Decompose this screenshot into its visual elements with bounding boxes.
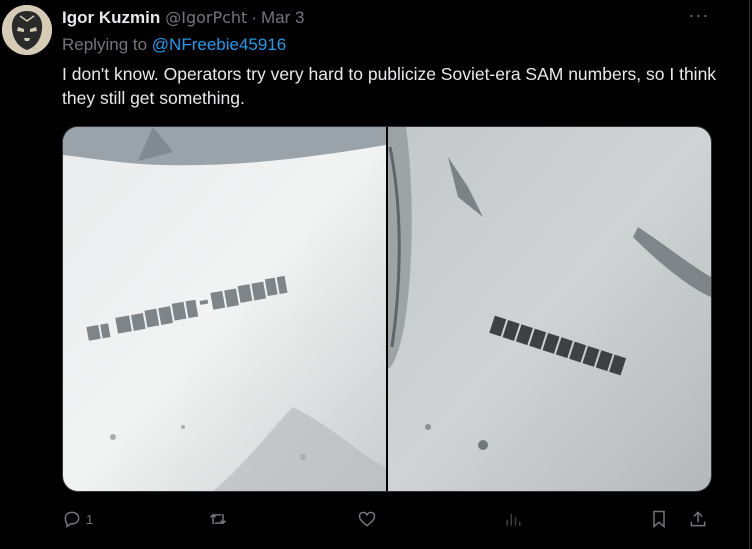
photo-sam-serial-right[interactable]: [388, 127, 711, 491]
tweet-date[interactable]: Mar 3: [261, 8, 304, 28]
reply-count: 1: [86, 511, 94, 527]
views-button[interactable]: [503, 505, 527, 533]
more-options-icon[interactable]: ···: [686, 6, 712, 28]
photo-sam-serial-left[interactable]: [63, 127, 386, 491]
replying-to-line: Replying to @NFreebie45916: [62, 35, 286, 55]
retweet-icon: [209, 513, 227, 525]
tweet-header: Igor Kuzmin @IgorPcht · Mar 3: [62, 8, 304, 30]
photo-right-image-icon: [388, 127, 711, 491]
reply-icon: [64, 511, 80, 528]
tweet-text: I don't know. Operators try very hard to…: [62, 64, 717, 108]
separator-dot: ·: [251, 8, 257, 27]
author-handle[interactable]: @IgorPcht: [165, 8, 247, 27]
avatar-image-icon: [2, 5, 52, 55]
bar-chart-icon: [506, 514, 521, 526]
tweet-media: [62, 126, 712, 492]
share-icon: [690, 511, 706, 527]
bookmark-icon: [653, 510, 665, 529]
like-button[interactable]: [357, 505, 381, 533]
bookmark-button[interactable]: [649, 505, 669, 533]
photo-left-image-icon: [63, 127, 386, 491]
heart-icon: [358, 511, 376, 527]
retweet-button[interactable]: [208, 505, 232, 533]
share-button[interactable]: [688, 505, 708, 533]
avatar[interactable]: [2, 5, 52, 55]
reply-button[interactable]: 1: [62, 505, 93, 533]
timeline-border: [749, 0, 750, 549]
author-name[interactable]: Igor Kuzmin: [62, 8, 160, 28]
replying-prefix: Replying to: [62, 35, 152, 54]
tweet-actions: 1: [62, 505, 712, 533]
replying-to-link[interactable]: @NFreebie45916: [152, 35, 286, 54]
